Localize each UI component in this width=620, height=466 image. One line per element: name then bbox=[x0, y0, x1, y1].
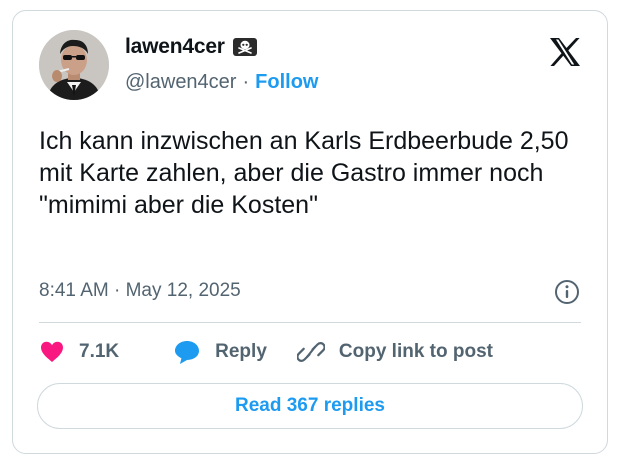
reply-bubble-icon bbox=[173, 339, 201, 365]
link-icon bbox=[296, 339, 325, 365]
author-avatar[interactable] bbox=[39, 30, 109, 100]
follow-button[interactable]: Follow bbox=[255, 71, 318, 94]
avatar-image bbox=[39, 30, 109, 100]
copy-link-button[interactable]: Copy link to post bbox=[296, 339, 493, 365]
skull-crossbones-icon bbox=[232, 38, 257, 56]
tweet-card: lawen4cer @lawen4cer · Follow Ich kann i… bbox=[12, 10, 608, 454]
handle-separator: · bbox=[242, 71, 250, 93]
like-count: 7.1K bbox=[79, 341, 120, 362]
x-logo-icon[interactable] bbox=[549, 37, 581, 72]
tweet-timestamp[interactable]: 8:41 AM · May 12, 2025 bbox=[39, 280, 241, 302]
action-bar: 7.1K Reply Copy link to post bbox=[39, 337, 493, 367]
author-display-name[interactable]: lawen4cer bbox=[125, 35, 225, 59]
reply-label: Reply bbox=[215, 341, 267, 362]
read-replies-button[interactable]: Read 367 replies bbox=[37, 383, 583, 429]
heart-icon bbox=[39, 340, 65, 364]
tweet-text: Ich kann inzwischen an Karls Erdbeerbude… bbox=[39, 127, 569, 219]
like-button[interactable]: 7.1K bbox=[39, 340, 119, 364]
author-handle[interactable]: @lawen4cer bbox=[125, 71, 236, 94]
divider bbox=[39, 322, 581, 323]
info-icon[interactable] bbox=[554, 279, 580, 310]
reply-button[interactable]: Reply bbox=[173, 339, 267, 365]
copy-link-label: Copy link to post bbox=[338, 341, 493, 362]
